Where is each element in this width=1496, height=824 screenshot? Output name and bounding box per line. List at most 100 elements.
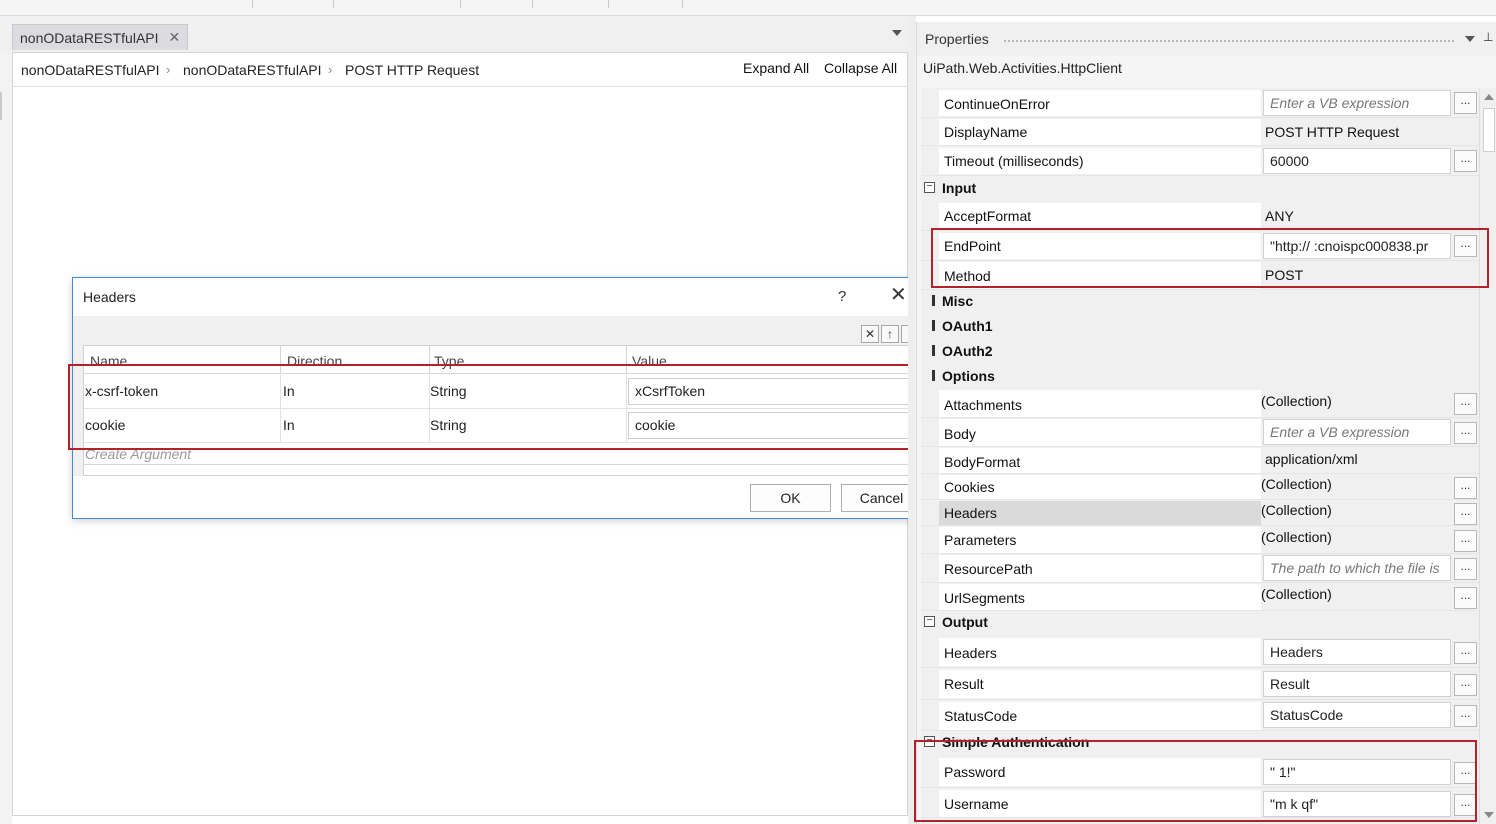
property-row-headers[interactable]: Headers (Collection) ... bbox=[921, 500, 1479, 526]
expand-toggle-icon[interactable] bbox=[932, 320, 935, 331]
property-value-input[interactable]: Enter a VB expression bbox=[1263, 90, 1451, 116]
close-dialog-icon[interactable]: ✕ bbox=[890, 285, 907, 305]
property-row-endpoint[interactable]: EndPoint "http:// :cnoispc000838.pr ... bbox=[921, 231, 1479, 261]
column-header-value[interactable]: Value bbox=[632, 353, 667, 369]
expand-toggle-icon[interactable] bbox=[932, 295, 935, 306]
browse-button[interactable]: ... bbox=[1454, 393, 1477, 415]
browse-button[interactable]: ... bbox=[1454, 530, 1477, 552]
property-row-cookies[interactable]: Cookies (Collection) ... bbox=[921, 474, 1479, 500]
browse-button[interactable]: ... bbox=[1454, 762, 1477, 784]
column-header-type[interactable]: Type bbox=[434, 353, 464, 369]
breadcrumb-item-current[interactable]: POST HTTP Request bbox=[345, 62, 479, 78]
browse-button[interactable]: ... bbox=[1454, 642, 1477, 664]
property-row-resourcepath[interactable]: ResourcePath The path to which the file … bbox=[921, 554, 1479, 583]
browse-button[interactable]: ... bbox=[1454, 477, 1477, 499]
breadcrumb-item[interactable]: nonODataRESTfulAPI bbox=[183, 62, 322, 78]
create-argument-row[interactable]: Create Argument bbox=[85, 446, 191, 462]
browse-button[interactable]: ... bbox=[1454, 503, 1477, 525]
property-row-bodyformat[interactable]: BodyFormat application/xml bbox=[921, 447, 1479, 474]
property-value[interactable]: ANY bbox=[1265, 208, 1294, 224]
property-row-output-headers[interactable]: Headers Headers ... bbox=[921, 636, 1479, 668]
scroll-up-icon[interactable] bbox=[1484, 94, 1494, 100]
breadcrumb-item[interactable]: nonODataRESTfulAPI bbox=[21, 62, 160, 78]
property-value-input[interactable]: Result bbox=[1263, 671, 1451, 697]
property-row-username[interactable]: Username "m k qf" ... bbox=[921, 788, 1479, 818]
collapse-toggle-icon[interactable]: − bbox=[924, 736, 935, 747]
category-oauth1[interactable]: OAuth1 bbox=[921, 315, 1479, 340]
category-misc[interactable]: Misc bbox=[921, 290, 1479, 315]
property-value-input[interactable]: The path to which the file is bbox=[1263, 555, 1451, 581]
panel-menu-dropdown-icon[interactable] bbox=[1465, 36, 1475, 42]
scroll-down-icon[interactable] bbox=[1484, 812, 1494, 818]
expand-all-link[interactable]: Expand All bbox=[743, 60, 809, 76]
property-value[interactable]: application/xml bbox=[1265, 451, 1358, 467]
close-tab-icon[interactable]: ✕ bbox=[169, 29, 181, 46]
property-row-continueonerror[interactable]: ContinueOnError Enter a VB expression ..… bbox=[921, 88, 1479, 118]
expand-toggle-icon[interactable] bbox=[932, 345, 935, 356]
argument-direction[interactable]: In bbox=[283, 417, 295, 433]
property-row-password[interactable]: Password " 1!" ... bbox=[921, 756, 1479, 788]
browse-button[interactable]: ... bbox=[1454, 235, 1477, 257]
category-output[interactable]: − Output bbox=[921, 611, 1479, 636]
table-row[interactable]: x-csrf-token In String xCsrfToken bbox=[84, 375, 921, 409]
browse-button[interactable]: ... bbox=[1454, 150, 1477, 172]
argument-value-input[interactable]: xCsrfToken bbox=[628, 378, 910, 405]
browse-button[interactable]: ... bbox=[1454, 422, 1477, 444]
property-row-attachments[interactable]: Attachments (Collection) ... bbox=[921, 389, 1479, 418]
property-row-result[interactable]: Result Result ... bbox=[921, 668, 1479, 700]
column-divider[interactable] bbox=[280, 346, 281, 374]
property-row-displayname[interactable]: DisplayName POST HTTP Request bbox=[921, 118, 1479, 146]
property-row-timeout[interactable]: Timeout (milliseconds) 60000 ... bbox=[921, 146, 1479, 176]
property-value-input[interactable]: "m k qf" bbox=[1263, 791, 1451, 817]
property-row-urlsegments[interactable]: UrlSegments (Collection) ... bbox=[921, 583, 1479, 611]
argument-name[interactable]: x-csrf-token bbox=[85, 383, 158, 399]
move-up-icon[interactable]: ↑ bbox=[881, 325, 899, 343]
property-value-input[interactable]: Headers bbox=[1263, 639, 1451, 665]
argument-type[interactable]: String bbox=[430, 417, 467, 433]
category-input[interactable]: − Input bbox=[921, 177, 1479, 202]
property-value[interactable]: (Collection) bbox=[1261, 502, 1332, 518]
property-row-statuscode[interactable]: StatusCode StatusCode ... bbox=[921, 700, 1479, 731]
collapse-all-link[interactable]: Collapse All bbox=[824, 60, 897, 76]
argument-type[interactable]: String bbox=[430, 383, 467, 399]
ok-button[interactable]: OK bbox=[750, 484, 831, 512]
delete-icon[interactable]: ✕ bbox=[861, 325, 879, 343]
property-value-input[interactable]: 60000 bbox=[1263, 148, 1451, 174]
browse-button[interactable]: ... bbox=[1454, 794, 1477, 816]
property-value[interactable]: (Collection) bbox=[1261, 393, 1332, 409]
help-icon[interactable]: ? bbox=[838, 288, 846, 305]
document-tab[interactable]: nonODataRESTfulAPI ✕ bbox=[12, 24, 188, 50]
category-oauth2[interactable]: OAuth2 bbox=[921, 340, 1479, 365]
column-header-name[interactable]: Name bbox=[90, 353, 127, 369]
argument-value-input[interactable]: cookie bbox=[628, 412, 910, 439]
category-simple-authentication[interactable]: − Simple Authentication bbox=[921, 731, 1479, 756]
property-row-body[interactable]: Body Enter a VB expression ... bbox=[921, 418, 1479, 447]
browse-button[interactable]: ... bbox=[1454, 587, 1477, 609]
argument-name[interactable]: cookie bbox=[85, 417, 125, 433]
pin-icon[interactable]: ⊥ bbox=[1483, 30, 1493, 44]
collapse-toggle-icon[interactable]: − bbox=[924, 182, 935, 193]
browse-button[interactable]: ... bbox=[1454, 705, 1477, 727]
tab-list-dropdown-icon[interactable] bbox=[892, 30, 902, 36]
property-value-input[interactable]: Enter a VB expression bbox=[1263, 419, 1451, 445]
table-row[interactable]: cookie In String cookie bbox=[84, 409, 921, 443]
browse-button[interactable]: ... bbox=[1454, 558, 1477, 580]
property-row-method[interactable]: Method POST bbox=[921, 261, 1479, 290]
collapse-toggle-icon[interactable] bbox=[932, 370, 935, 381]
property-value[interactable]: (Collection) bbox=[1261, 529, 1332, 545]
property-value[interactable]: POST HTTP Request bbox=[1265, 124, 1399, 140]
panel-splitter[interactable] bbox=[908, 16, 916, 824]
column-header-direction[interactable]: Direction bbox=[287, 353, 342, 369]
property-value-input[interactable]: "http:// :cnoispc000838.pr bbox=[1263, 233, 1451, 259]
property-value-input[interactable]: StatusCode bbox=[1263, 702, 1451, 728]
property-row-acceptformat[interactable]: AcceptFormat ANY bbox=[921, 202, 1479, 231]
property-value[interactable]: (Collection) bbox=[1261, 586, 1332, 602]
collapse-toggle-icon[interactable]: − bbox=[924, 616, 935, 627]
properties-scrollbar[interactable] bbox=[1479, 88, 1496, 824]
scrollbar-thumb[interactable] bbox=[1483, 108, 1495, 152]
column-divider[interactable] bbox=[626, 346, 627, 374]
property-value[interactable]: (Collection) bbox=[1261, 476, 1332, 492]
browse-button[interactable]: ... bbox=[1454, 92, 1477, 114]
argument-direction[interactable]: In bbox=[283, 383, 295, 399]
property-row-parameters[interactable]: Parameters (Collection) ... bbox=[921, 526, 1479, 554]
